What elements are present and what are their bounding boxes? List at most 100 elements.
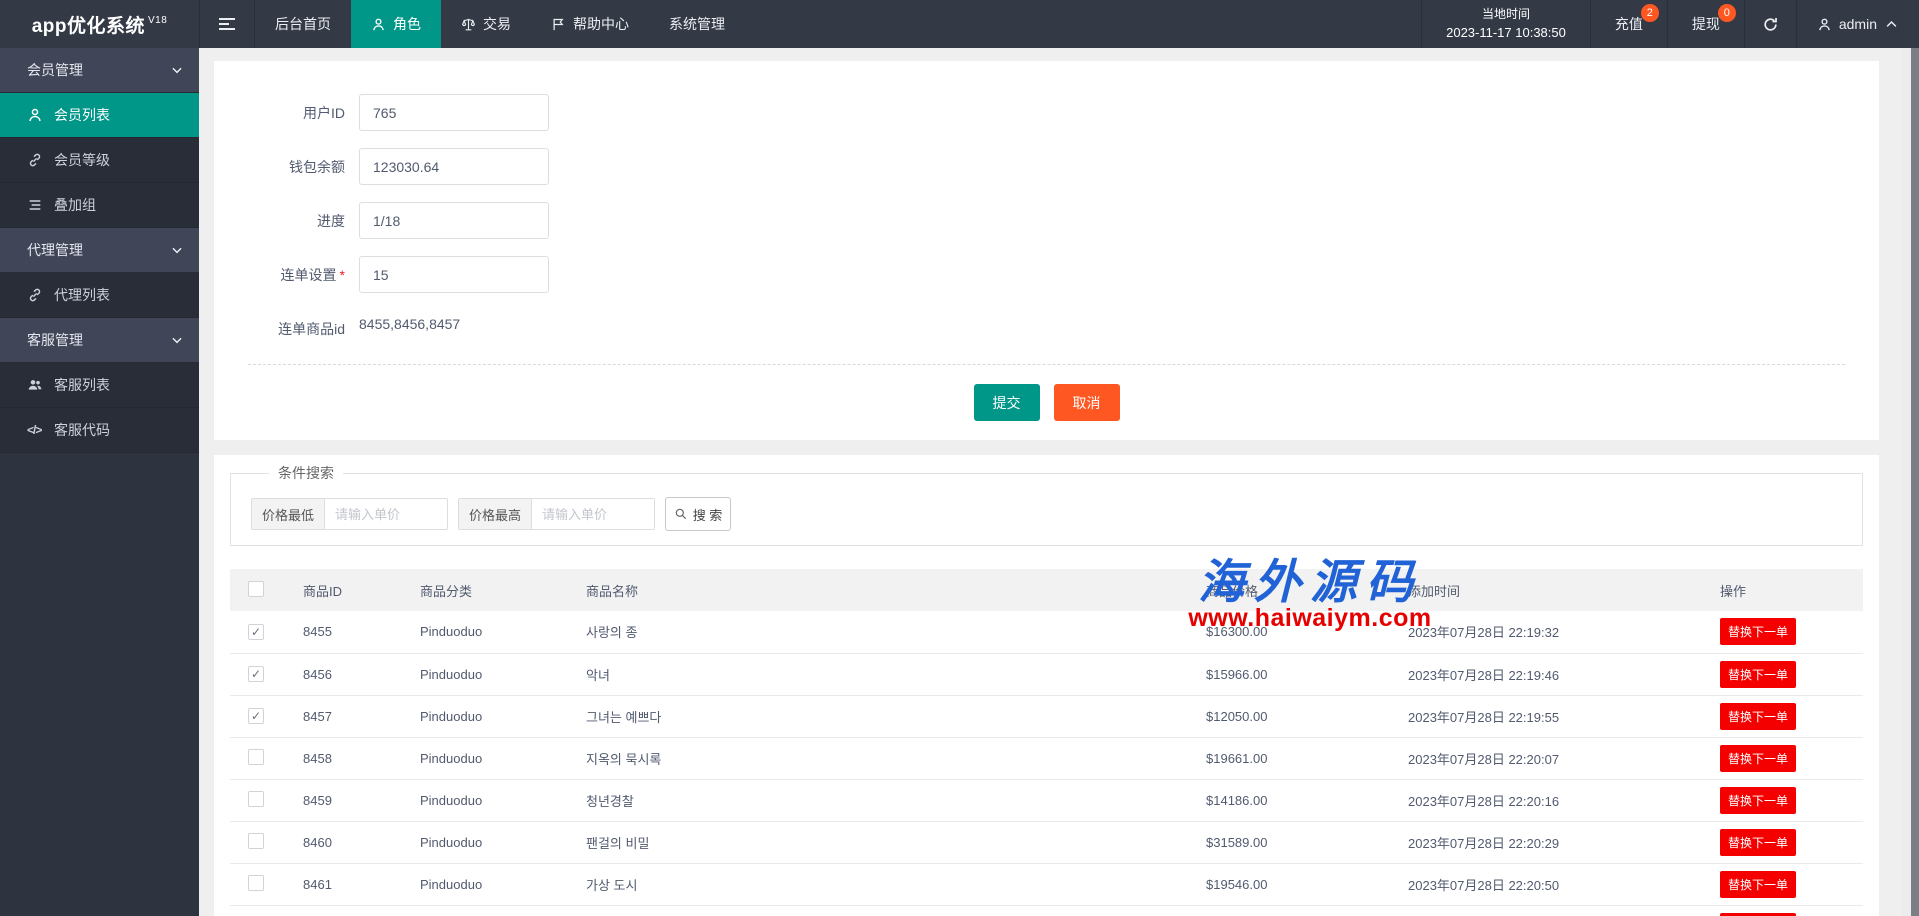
replace-next-order-button[interactable]: 替换下一单 [1720, 787, 1796, 814]
app-logo: app优化系统V18 [0, 0, 199, 48]
cell-product-price: $14186.00 [1206, 779, 1408, 821]
replace-next-order-button[interactable]: 替换下一单 [1720, 703, 1796, 730]
nav-item-label: 系统管理 [669, 14, 725, 34]
cell-product-name: 럭키 [586, 905, 1206, 916]
sidebar-item-stack-group[interactable]: 叠加组 [0, 183, 199, 228]
cell-add-time: 2023年07月28日 22:20:16 [1408, 779, 1720, 821]
cell-product-price: $19546.00 [1206, 863, 1408, 905]
cell-product-category: Pinduoduo [420, 737, 586, 779]
cancel-button[interactable]: 取消 [1054, 384, 1120, 421]
cell-product-price: $12050.00 [1206, 695, 1408, 737]
price-max-label: 价格最高 [459, 499, 532, 529]
sidebar: 会员管理 会员列表 会员等级 叠加组 代理管理 代理列表 客服管理 客服列表 <… [0, 48, 199, 916]
cell-product-name: 지옥의 묵시록 [586, 737, 1206, 779]
local-time-label: 当地时间 [1482, 5, 1530, 23]
header-actions: 操作 [1720, 569, 1863, 611]
cell-product-id: 8460 [303, 821, 420, 863]
nav-item-role[interactable]: 角色 [351, 0, 441, 48]
form-actions: 提交 取消 [214, 384, 1879, 421]
recharge-button[interactable]: 充值 2 [1590, 0, 1667, 48]
nav-item-trade[interactable]: 交易 [441, 0, 531, 48]
cell-product-price: $19661.00 [1206, 737, 1408, 779]
form-row-progress: 进度 [214, 202, 1879, 239]
nav-item-dashboard[interactable]: 后台首页 [255, 0, 351, 48]
flag-icon [551, 17, 566, 32]
header-product-category: 商品分类 [420, 569, 586, 611]
sidebar-item-member-list[interactable]: 会员列表 [0, 93, 199, 138]
list-icon [27, 197, 43, 213]
cell-product-category: Pinduoduo [420, 863, 586, 905]
sidebar-item-service-list[interactable]: 客服列表 [0, 363, 199, 408]
member-edit-form: 用户ID 钱包余额 进度 连单设置* 连单商品id 8455,8456,8457 [214, 61, 1879, 347]
cell-add-time: 2023年07月28日 22:20:50 [1408, 863, 1720, 905]
row-checkbox[interactable] [248, 624, 264, 640]
cell-product-category: Pinduoduo [420, 905, 586, 916]
search-button-label: 搜 索 [693, 505, 723, 524]
combo-setting-input[interactable] [359, 256, 549, 293]
sidebar-group-member-management[interactable]: 会员管理 [0, 48, 199, 93]
app-version: V18 [148, 15, 167, 26]
price-max-input[interactable] [532, 499, 654, 529]
select-all-checkbox[interactable] [248, 581, 264, 597]
hamburger-icon [218, 17, 236, 31]
sidebar-item-label: 叠加组 [54, 195, 96, 215]
cell-product-id: 8455 [303, 611, 420, 653]
user-menu[interactable]: admin [1796, 0, 1919, 48]
refresh-button[interactable] [1744, 0, 1796, 48]
sidebar-group-agent-management[interactable]: 代理管理 [0, 228, 199, 273]
row-checkbox[interactable] [248, 875, 264, 891]
row-checkbox[interactable] [248, 708, 264, 724]
cell-add-time: 2023年07月28日 22:19:46 [1408, 653, 1720, 695]
cell-add-time: 2023年07月28日 22:19:32 [1408, 611, 1720, 653]
nav-item-help-center[interactable]: 帮助中心 [531, 0, 649, 48]
field-label: 连单商品id [214, 319, 345, 339]
sidebar-item-member-level[interactable]: 会员等级 [0, 138, 199, 183]
cell-product-category: Pinduoduo [420, 779, 586, 821]
replace-next-order-button[interactable]: 替换下一单 [1720, 661, 1796, 688]
row-checkbox[interactable] [248, 749, 264, 765]
scrollbar-thumb[interactable] [1911, 48, 1919, 916]
recharge-label: 充值 [1615, 14, 1643, 34]
username: admin [1839, 16, 1877, 32]
replace-next-order-button[interactable]: 替换下一单 [1720, 829, 1796, 856]
replace-next-order-button[interactable]: 替换下一单 [1720, 871, 1796, 898]
header-add-time: 添加时间 [1408, 569, 1720, 611]
link-icon [27, 287, 43, 303]
sidebar-item-agent-list[interactable]: 代理列表 [0, 273, 199, 318]
submit-button[interactable]: 提交 [974, 384, 1040, 421]
sidebar-group-label: 客服管理 [27, 330, 83, 350]
search-fieldset: 条件搜索 价格最低 价格最高 搜 索 [230, 463, 1863, 546]
user-id-input[interactable] [359, 94, 549, 131]
row-checkbox[interactable] [248, 791, 264, 807]
cell-product-price: $16300.00 [1206, 611, 1408, 653]
sidebar-toggle-button[interactable] [199, 0, 255, 48]
replace-next-order-button[interactable]: 替换下一单 [1720, 913, 1796, 916]
replace-next-order-button[interactable]: 替换下一单 [1720, 618, 1796, 645]
cell-product-price: $31589.00 [1206, 821, 1408, 863]
table-row: 8457 Pinduoduo 그녀는 예쁘다 $12050.00 2023年07… [230, 695, 1863, 737]
chevron-down-icon [170, 63, 184, 77]
row-checkbox[interactable] [248, 833, 264, 849]
field-label: 钱包余额 [214, 157, 345, 177]
header-product-id: 商品ID [303, 569, 420, 611]
chevron-up-icon [1884, 17, 1899, 32]
cell-product-name: 사랑의 종 [586, 611, 1206, 653]
search-button[interactable]: 搜 索 [665, 497, 731, 531]
field-label: 用户ID [214, 103, 345, 123]
field-label: 进度 [214, 211, 345, 231]
price-min-input[interactable] [325, 499, 447, 529]
replace-next-order-button[interactable]: 替换下一单 [1720, 745, 1796, 772]
cell-product-category: Pinduoduo [420, 611, 586, 653]
user-icon [1817, 17, 1832, 32]
sidebar-item-service-code[interactable]: </> 客服代码 [0, 408, 199, 453]
link-icon [27, 152, 43, 168]
wallet-balance-input[interactable] [359, 148, 549, 185]
nav-item-system-management[interactable]: 系统管理 [649, 0, 745, 48]
sidebar-group-service-management[interactable]: 客服管理 [0, 318, 199, 363]
withdraw-button[interactable]: 提现 0 [1667, 0, 1744, 48]
progress-input[interactable] [359, 202, 549, 239]
price-min-group: 价格最低 [251, 498, 448, 530]
row-checkbox[interactable] [248, 666, 264, 682]
table-row: 8460 Pinduoduo 팬걸의 비밀 $31589.00 2023年07月… [230, 821, 1863, 863]
navbar-right: 当地时间 2023-11-17 10:38:50 充值 2 提现 0 admin [1421, 0, 1919, 48]
